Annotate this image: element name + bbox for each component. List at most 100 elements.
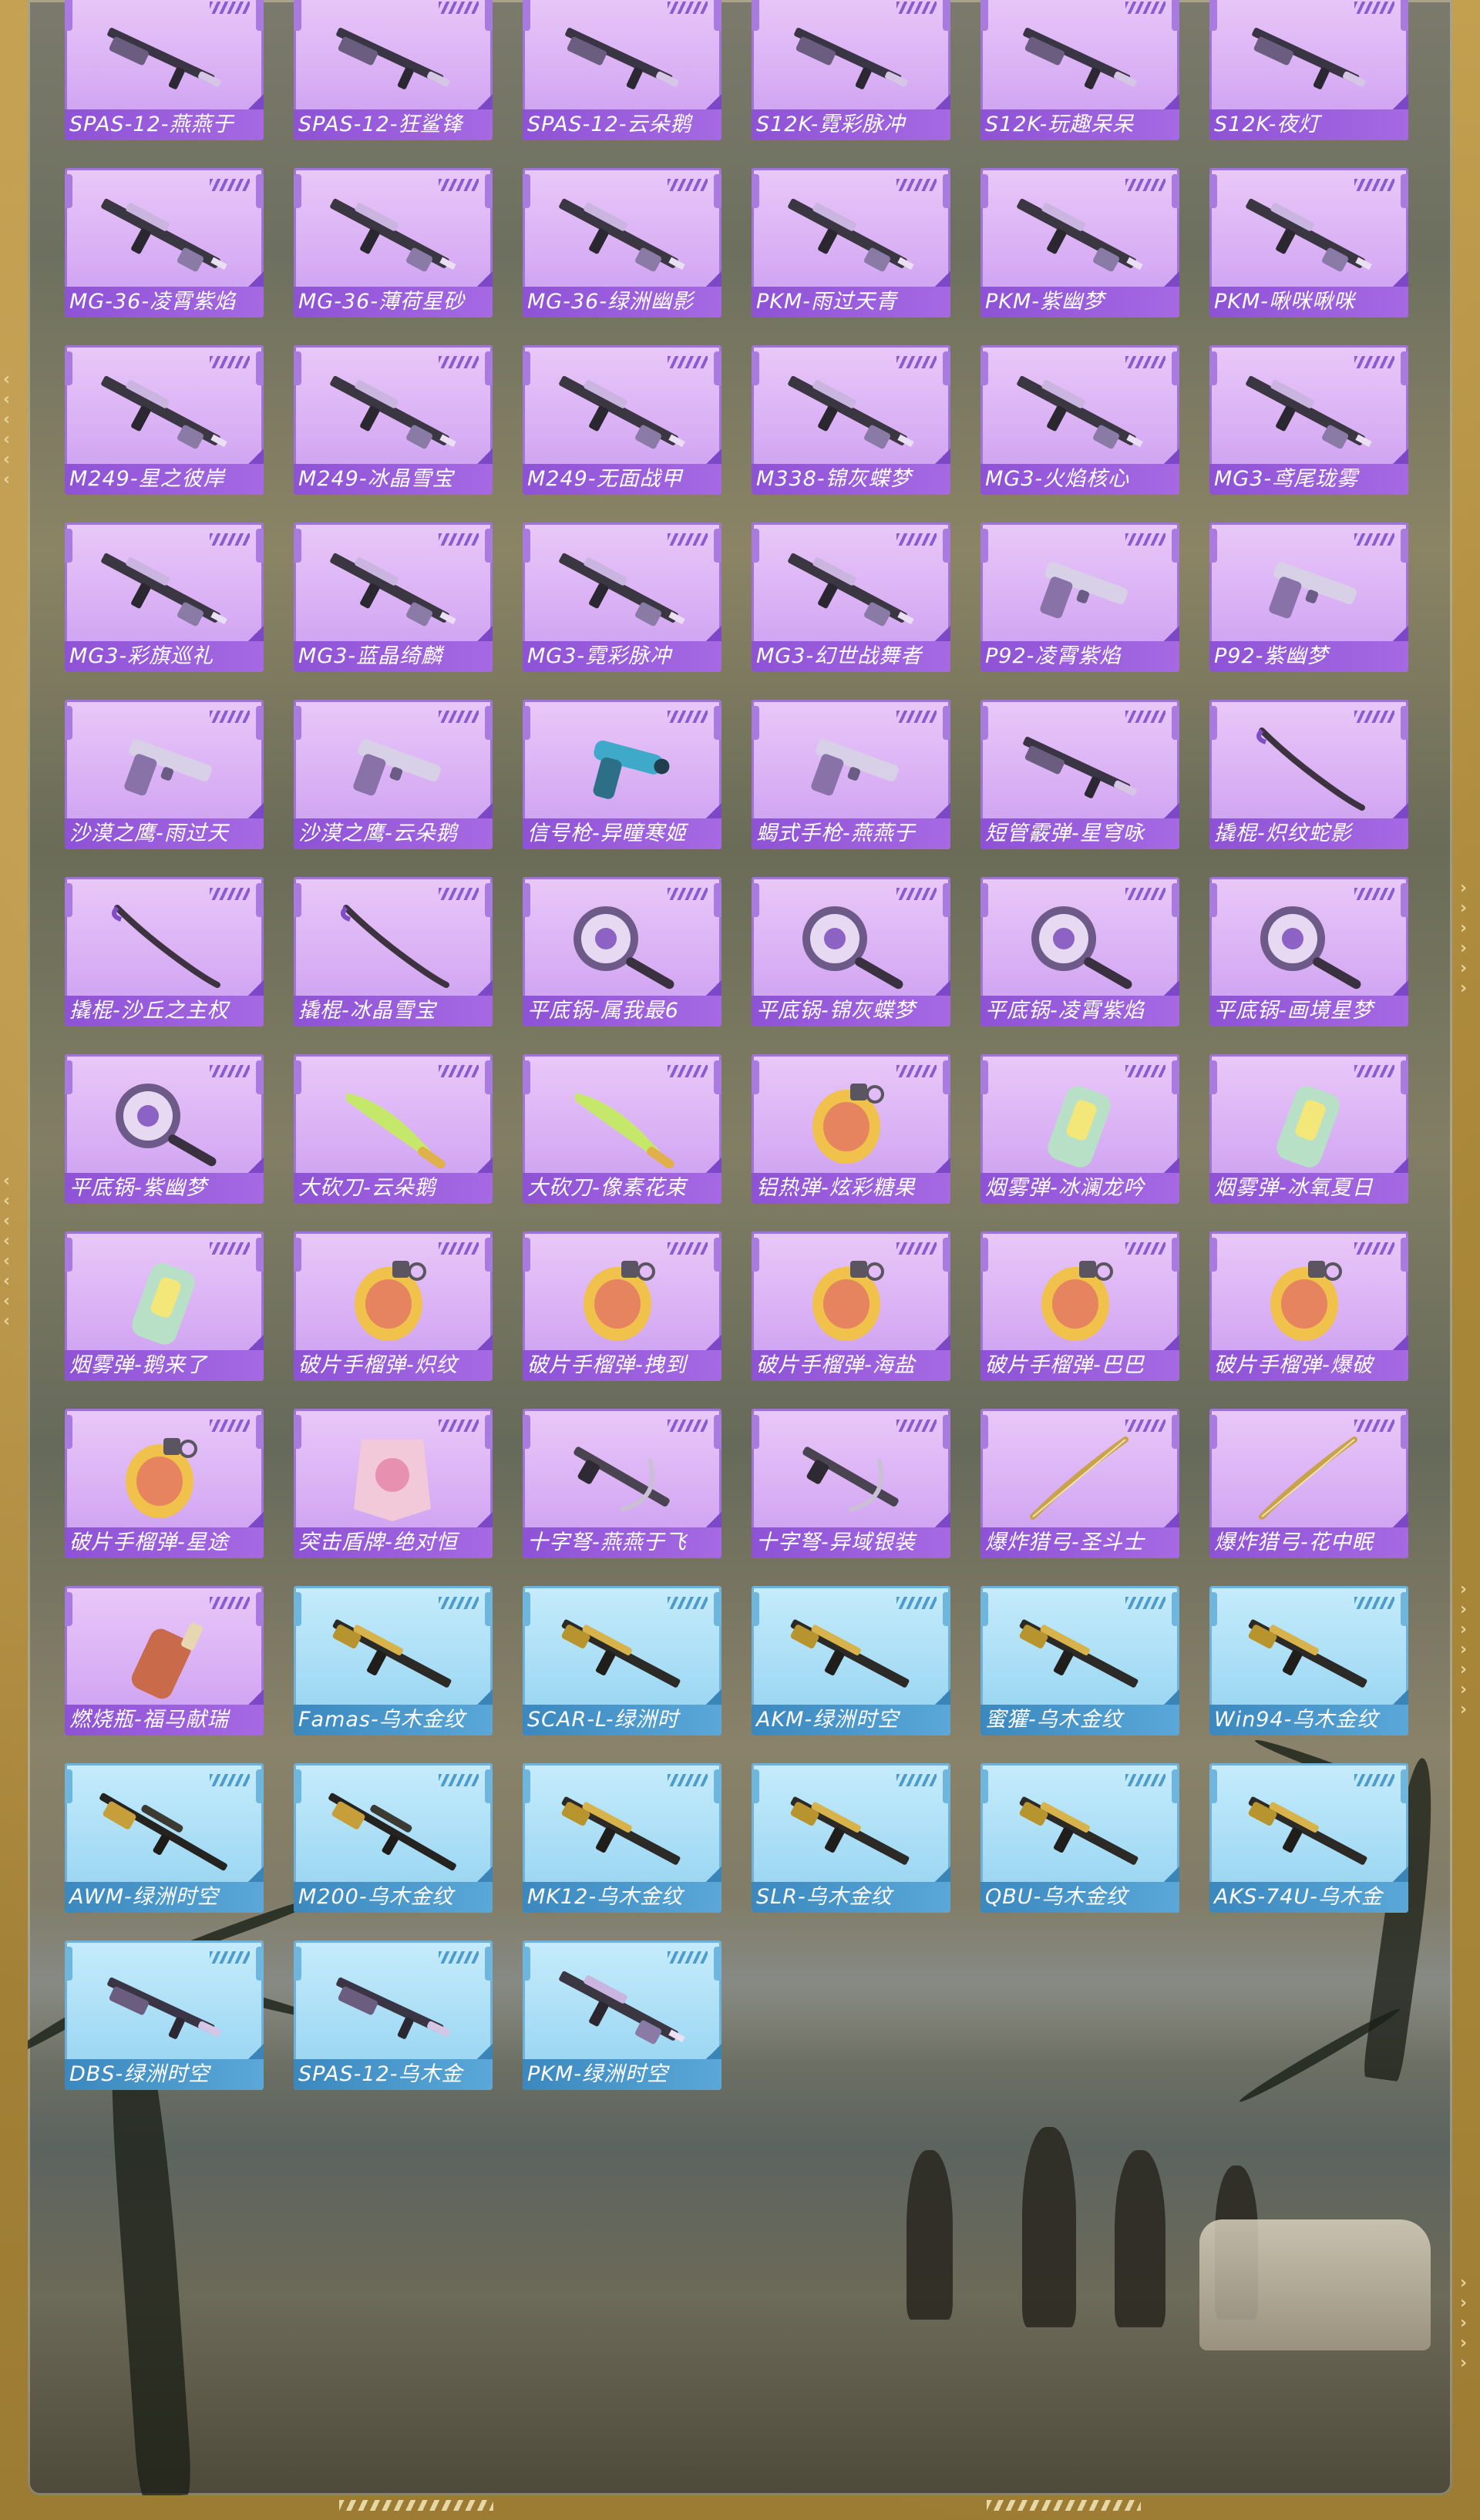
skin-card[interactable]: 短管霰弹-星穹咏 <box>980 700 1179 849</box>
skin-card[interactable]: 破片手榴弹-海盐 <box>752 1231 950 1381</box>
skin-card[interactable]: MG3-彩旗巡礼 <box>65 522 264 672</box>
skin-card[interactable]: 大砍刀-像素花束 <box>523 1054 722 1204</box>
card-bracket-left <box>980 1769 988 1803</box>
skin-card[interactable]: P92-紫幽梦 <box>1209 522 1408 672</box>
card-bracket-left <box>294 529 301 563</box>
skin-card[interactable]: 破片手榴弹-拽到 <box>523 1231 722 1381</box>
skin-card[interactable]: SPAS-12-燕燕于 <box>65 0 264 140</box>
skin-card[interactable]: AKS-74U-乌木金 <box>1209 1763 1408 1913</box>
skin-card[interactable]: 破片手榴弹-巴巴 <box>980 1231 1179 1381</box>
skin-card[interactable]: 蜜獾-乌木金纹 <box>980 1586 1179 1735</box>
skin-card[interactable]: MG3-霓彩脉冲 <box>523 522 722 672</box>
skin-card[interactable]: 破片手榴弹-炽纹 <box>294 1231 493 1381</box>
skin-card[interactable]: MG-36-绿洲幽影 <box>523 168 722 318</box>
skin-card[interactable]: 爆炸猎弓-圣斗士 <box>980 1409 1179 1558</box>
skin-card[interactable]: Win94-乌木金纹 <box>1209 1586 1408 1735</box>
skin-card[interactable]: 沙漠之鹰-雨过天 <box>65 700 264 849</box>
skin-card[interactable]: 平底锅-属我最6 <box>523 877 722 1026</box>
skin-card[interactable]: 沙漠之鹰-云朵鹅 <box>294 700 493 849</box>
skin-card[interactable]: MG3-火焰核心 <box>980 345 1179 495</box>
skin-card[interactable]: 铝热弹-炫彩糖果 <box>752 1054 950 1204</box>
rifle-icon <box>1231 1609 1385 1700</box>
skin-card[interactable]: AWM-绿洲时空 <box>65 1763 264 1913</box>
skin-card[interactable]: 十字弩-燕燕于飞 <box>523 1409 722 1558</box>
skin-name-label: SCAR-L-绿洲时 <box>523 1705 722 1735</box>
corner-ribbon <box>477 271 493 287</box>
skin-card[interactable]: MG-36-凌霄紫焰 <box>65 168 264 318</box>
skin-card[interactable]: SPAS-12-乌木金 <box>294 1940 493 2090</box>
skin-card[interactable]: PKM-紫幽梦 <box>980 168 1179 318</box>
skin-card[interactable]: 燃烧瓶-福马献瑞 <box>65 1586 264 1735</box>
skin-card[interactable]: PKM-啾咪啾咪 <box>1209 168 1408 318</box>
card-bracket-left <box>294 1060 301 1094</box>
skin-card[interactable]: S12K-玩趣呆呆 <box>980 0 1179 140</box>
skin-card[interactable]: 突击盾牌-绝对恒 <box>294 1409 493 1558</box>
rarity-stripes-icon <box>668 2 708 14</box>
sniper-icon <box>86 1786 240 1877</box>
corner-ribbon <box>477 1335 493 1350</box>
skin-card[interactable]: M249-冰晶雪宝 <box>294 345 493 495</box>
skin-card[interactable]: Famas-乌木金纹 <box>294 1586 493 1735</box>
skin-card[interactable]: MK12-乌木金纹 <box>523 1763 722 1913</box>
skin-card[interactable]: MG3-蓝晶绮麟 <box>294 522 493 672</box>
skin-card[interactable]: 撬棍-冰晶雪宝 <box>294 877 493 1026</box>
skin-card[interactable]: 破片手榴弹-星途 <box>65 1409 264 1558</box>
skin-card[interactable]: 爆炸猎弓-花中眠 <box>1209 1409 1408 1558</box>
skin-card[interactable]: P92-凌霄紫焰 <box>980 522 1179 672</box>
corner-ribbon <box>477 1689 493 1705</box>
skin-card[interactable]: 十字弩-异域银装 <box>752 1409 950 1558</box>
skin-card[interactable]: 烟雾弹-鹅来了 <box>65 1231 264 1381</box>
skin-card[interactable]: SCAR-L-绿洲时 <box>523 1586 722 1735</box>
skin-card[interactable]: S12K-霓彩脉冲 <box>752 0 950 140</box>
skin-card[interactable]: 撬棍-沙丘之主权 <box>65 877 264 1026</box>
card-bracket-right <box>256 1947 264 1981</box>
corner-ribbon <box>706 1866 722 1882</box>
skin-card[interactable]: MG3-幻世战舞者 <box>752 522 950 672</box>
skin-name-label: 破片手榴弹-炽纹 <box>294 1350 493 1381</box>
skin-card[interactable]: 烟雾弹-冰澜龙吟 <box>980 1054 1179 1204</box>
skin-card[interactable]: 平底锅-凌霄紫焰 <box>980 877 1179 1026</box>
skin-card[interactable]: 平底锅-紫幽梦 <box>65 1054 264 1204</box>
skin-card[interactable]: 撬棍-炽纹蛇影 <box>1209 700 1408 849</box>
skin-name-label: 突击盾牌-绝对恒 <box>294 1527 493 1558</box>
skin-name-label: MK12-乌木金纹 <box>523 1882 722 1913</box>
skin-name-label: 铝热弹-炫彩糖果 <box>752 1173 950 1204</box>
skin-card[interactable]: 蝎式手枪-燕燕于 <box>752 700 950 849</box>
skin-card[interactable]: M249-星之彼岸 <box>65 345 264 495</box>
machine-gun-icon <box>315 546 469 637</box>
card-bracket-left <box>752 1769 759 1803</box>
corner-ribbon <box>935 1512 950 1527</box>
skin-name-label: 燃烧瓶-福马献瑞 <box>65 1705 264 1735</box>
skin-card[interactable]: PKM-绿洲时空 <box>523 1940 722 2090</box>
card-bracket-left <box>752 1238 759 1272</box>
skin-card[interactable]: DBS-绿洲时空 <box>65 1940 264 2090</box>
corner-ribbon <box>1393 1158 1408 1173</box>
skin-card[interactable]: 大砍刀-云朵鹅 <box>294 1054 493 1204</box>
skin-card[interactable]: M200-乌木金纹 <box>294 1763 493 1913</box>
skin-card[interactable]: MG3-鸢尾珑雾 <box>1209 345 1408 495</box>
card-bracket-right <box>1401 1060 1408 1094</box>
skin-card[interactable]: SPAS-12-云朵鹅 <box>523 0 722 140</box>
skin-card[interactable]: M249-无面战甲 <box>523 345 722 495</box>
skin-card[interactable]: 平底锅-画境星梦 <box>1209 877 1408 1026</box>
rarity-stripes-icon <box>896 1597 937 1609</box>
skin-card[interactable]: AKM-绿洲时空 <box>752 1586 950 1735</box>
skin-card[interactable]: S12K-夜灯 <box>1209 0 1408 140</box>
corner-ribbon <box>706 1689 722 1705</box>
skin-card[interactable]: PKM-雨过天青 <box>752 168 950 318</box>
card-bracket-right <box>714 1592 722 1626</box>
skin-card[interactable]: 平底锅-锦灰蝶梦 <box>752 877 950 1026</box>
skin-card[interactable]: 烟雾弹-冰氧夏日 <box>1209 1054 1408 1204</box>
shotgun-icon <box>544 14 698 105</box>
skin-card[interactable]: MG-36-薄荷星砂 <box>294 168 493 318</box>
rarity-stripes-icon <box>668 1951 708 1964</box>
flare-gun-icon <box>544 723 698 814</box>
skin-card[interactable]: SLR-乌木金纹 <box>752 1763 950 1913</box>
card-bracket-right <box>256 883 264 917</box>
skin-card[interactable]: QBU-乌木金纹 <box>980 1763 1179 1913</box>
skin-card[interactable]: M338-锦灰蝶梦 <box>752 345 950 495</box>
skin-card[interactable]: SPAS-12-狂鲨锋 <box>294 0 493 140</box>
card-bracket-left <box>1209 706 1217 740</box>
skin-card[interactable]: 信号枪-异瞳寒姬 <box>523 700 722 849</box>
skin-card[interactable]: 破片手榴弹-爆破 <box>1209 1231 1408 1381</box>
